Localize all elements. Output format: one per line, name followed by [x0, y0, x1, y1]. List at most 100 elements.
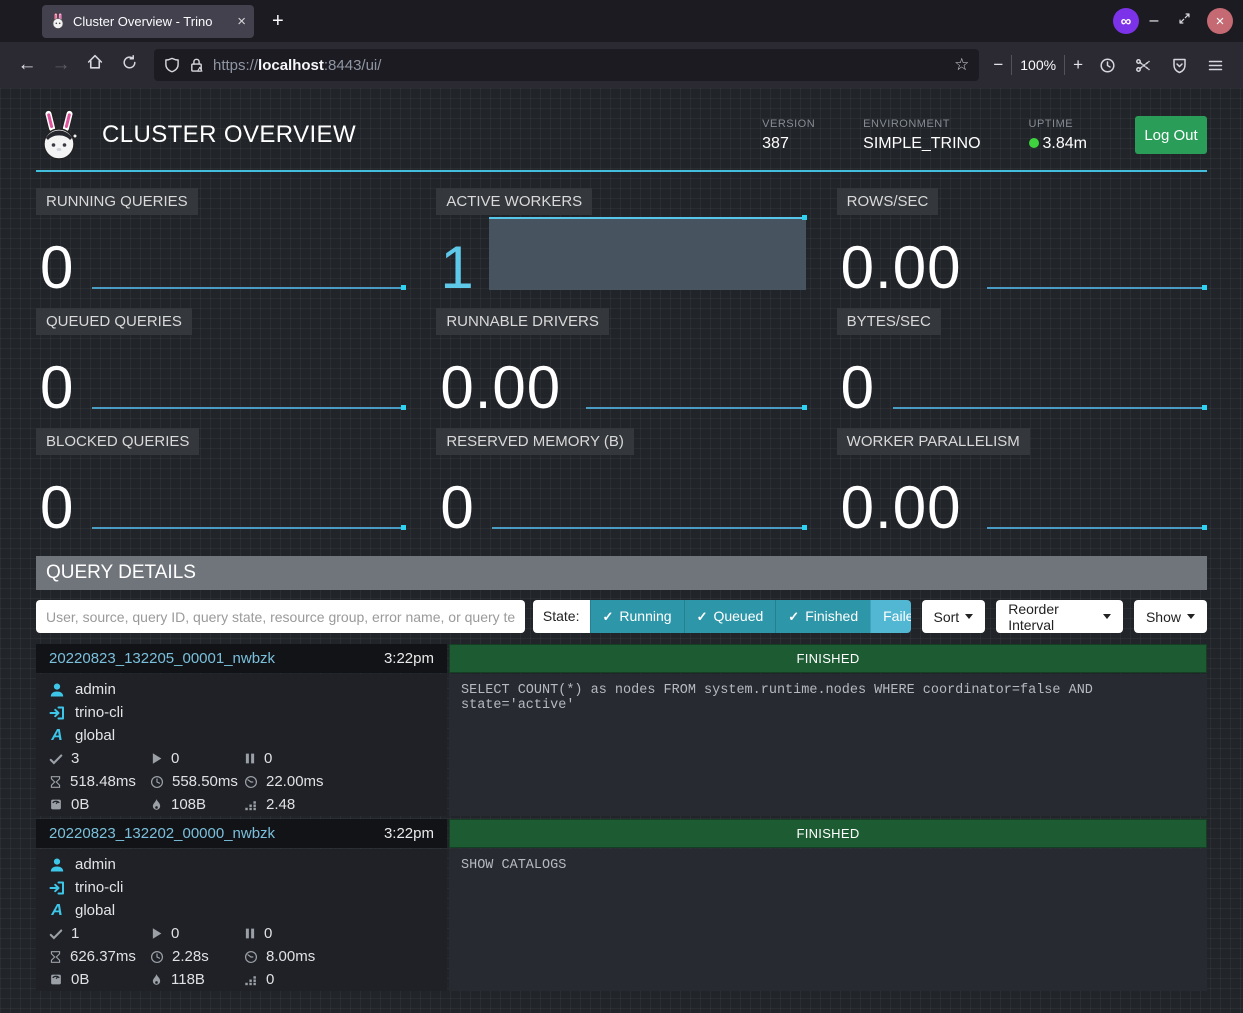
- stat-value: 3: [71, 750, 79, 767]
- reload-button[interactable]: [112, 54, 146, 77]
- query-row: 20220823_132205_00001_nwbzk 3:22pm FINIS…: [36, 644, 1207, 816]
- logout-button[interactable]: Log Out: [1135, 116, 1207, 154]
- reorder-interval-dropdown[interactable]: Reorder Interval: [996, 600, 1123, 633]
- zoom-out-button[interactable]: −: [993, 55, 1003, 75]
- queued-splits: 0: [244, 747, 447, 770]
- total-time: 2.28s: [150, 945, 244, 968]
- state-queued-toggle[interactable]: ✓Queued: [684, 600, 776, 633]
- version-value: 387: [762, 135, 815, 153]
- stat-card-bytes-sec: BYTES/SEC 0: [837, 308, 1207, 418]
- stat-value: 0.00: [841, 238, 962, 298]
- screenshot-button[interactable]: [1125, 57, 1161, 74]
- url-protocol: https://: [213, 57, 258, 74]
- zoom-in-button[interactable]: +: [1073, 55, 1083, 75]
- pocket-button[interactable]: [1161, 57, 1197, 74]
- uptime-label: UPTIME: [1029, 118, 1087, 130]
- query-filter-toolbar: State: ✓Running ✓Queued ✓Finished Failed…: [36, 600, 1207, 633]
- window-minimize-button[interactable]: –: [1139, 12, 1169, 30]
- sparkline-filled: [489, 217, 805, 290]
- sparkline: [987, 527, 1206, 529]
- query-header: 20220823_132202_00000_nwbzk 3:22pm: [36, 819, 447, 848]
- user-icon: [49, 682, 65, 698]
- forward-button[interactable]: →: [44, 54, 78, 76]
- stat-value: 0: [264, 750, 272, 767]
- queued-splits: 0: [244, 922, 447, 945]
- back-button[interactable]: ←: [10, 54, 44, 76]
- query-resource-group: A global: [49, 724, 447, 747]
- query-resource-group: A global: [49, 899, 447, 922]
- new-tab-button[interactable]: +: [272, 10, 284, 33]
- state-finished-toggle[interactable]: ✓Finished: [775, 600, 870, 633]
- query-search-input[interactable]: [36, 600, 525, 633]
- stat-value: 0: [440, 478, 474, 538]
- sign-in-icon: [49, 705, 65, 721]
- stat-value: 0: [40, 358, 74, 418]
- show-dropdown[interactable]: Show: [1134, 600, 1207, 633]
- stat-value: 518.48ms: [70, 773, 136, 790]
- sort-label: Sort: [934, 609, 960, 625]
- uptime-status-dot: [1029, 138, 1039, 148]
- query-id-link[interactable]: 20220823_132202_00000_nwbzk: [49, 825, 275, 842]
- stat-card-runnable-drivers: RUNNABLE DRIVERS 0.00: [436, 308, 806, 418]
- check-icon: ✓: [603, 600, 614, 633]
- stat-value: 8.00ms: [266, 948, 315, 965]
- menu-button[interactable]: [1197, 57, 1233, 74]
- wall-time: 518.48ms: [49, 770, 150, 793]
- window-close-button[interactable]: ×: [1207, 8, 1233, 34]
- url-bar[interactable]: https://localhost:8443/ui/ ☆: [154, 49, 979, 81]
- query-status-badge: FINISHED: [449, 819, 1207, 848]
- home-button[interactable]: [78, 53, 112, 77]
- window-restore-button[interactable]: [1169, 12, 1199, 30]
- divider: [1064, 55, 1065, 75]
- stat-label: RUNNING QUERIES: [36, 188, 198, 215]
- stat-label: WORKER PARALLELISM: [837, 428, 1030, 455]
- sign-in-icon: [49, 880, 65, 896]
- history-button[interactable]: [1089, 57, 1125, 74]
- stat-value: 22.00ms: [266, 773, 324, 790]
- parallelism: 0: [244, 968, 447, 991]
- stat-card-active-workers: ACTIVE WORKERS 1: [436, 188, 806, 298]
- query-resource-group-value: global: [75, 902, 115, 919]
- zoom-controls: − 100% +: [993, 55, 1083, 75]
- hamburger-menu-icon: [1207, 57, 1224, 74]
- running-splits: 0: [150, 747, 244, 770]
- url-text[interactable]: https://localhost:8443/ui/: [213, 57, 937, 74]
- stat-value: 108B: [171, 796, 206, 813]
- bookmark-star-icon[interactable]: ☆: [954, 55, 969, 75]
- uptime-value: 3.84m: [1029, 135, 1087, 153]
- lock-warning-icon: [189, 57, 204, 73]
- query-id-link[interactable]: 20220823_132205_00001_nwbzk: [49, 650, 275, 667]
- resource-group-icon: A: [49, 727, 65, 745]
- browser-tab[interactable]: Cluster Overview - Trino ×: [42, 5, 254, 38]
- query-row: 20220823_132202_00000_nwbzk 3:22pm FINIS…: [36, 819, 1207, 991]
- stat-value: 558.50ms: [172, 773, 238, 790]
- stat-value: 0.00: [841, 478, 962, 538]
- current-memory: 0B: [49, 793, 150, 816]
- divider: [1011, 55, 1012, 75]
- zoom-level[interactable]: 100%: [1020, 57, 1056, 73]
- query-stats: 1 0 0 626.37ms: [49, 922, 447, 991]
- query-stats: 3 0 0 518.48ms: [49, 747, 447, 816]
- wall-time: 626.37ms: [49, 945, 150, 968]
- url-path: :8443/ui/: [324, 57, 382, 74]
- query-header: 20220823_132205_00001_nwbzk 3:22pm: [36, 644, 447, 673]
- url-host: localhost: [258, 57, 324, 74]
- state-failed-dropdown[interactable]: Failed: [870, 600, 910, 633]
- query-source: trino-cli: [49, 701, 447, 724]
- scale-icon: [49, 973, 63, 986]
- dotted-bars-icon: [244, 798, 258, 811]
- reload-icon: [121, 54, 138, 71]
- sparkline: [586, 407, 805, 409]
- version-label: VERSION: [762, 118, 815, 130]
- sort-dropdown[interactable]: Sort: [922, 600, 986, 633]
- history-clock-icon: [1099, 57, 1116, 74]
- current-memory: 0B: [49, 968, 150, 991]
- tab-close-icon[interactable]: ×: [237, 13, 246, 30]
- total-time: 558.50ms: [150, 770, 244, 793]
- state-running-toggle[interactable]: ✓Running: [590, 600, 684, 633]
- check-icon: [49, 927, 63, 941]
- query-user: admin: [49, 853, 447, 876]
- query-source-value: trino-cli: [75, 704, 123, 721]
- sparkline: [492, 527, 805, 529]
- query-list: 20220823_132205_00001_nwbzk 3:22pm FINIS…: [36, 644, 1207, 991]
